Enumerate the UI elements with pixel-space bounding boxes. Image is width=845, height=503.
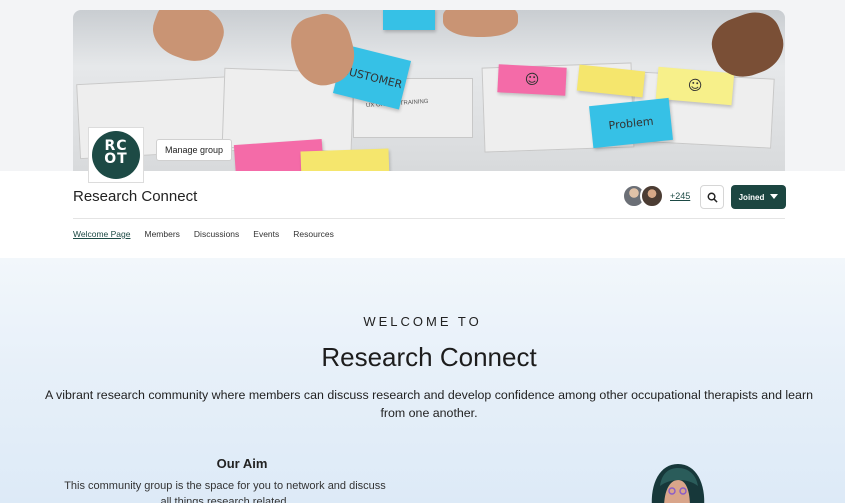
illustration-graphic	[651, 464, 705, 503]
member-count-link[interactable]: +245	[670, 191, 690, 201]
nav-events[interactable]: Events	[253, 229, 279, 239]
hand	[443, 10, 518, 37]
search-icon	[707, 192, 718, 203]
welcome-section: WELCOME TO Research Connect A vibrant re…	[0, 258, 845, 503]
welcome-title: Research Connect	[321, 342, 537, 372]
person-illustration	[640, 458, 720, 503]
welcome-eyebrow: WELCOME TO	[363, 314, 482, 329]
aim-heading: Our Aim	[216, 456, 268, 471]
group-title: Research Connect	[73, 188, 198, 205]
nav-resources[interactable]: Resources	[293, 229, 334, 239]
avatar	[640, 184, 664, 208]
welcome-description: A vibrant research community where membe…	[45, 388, 813, 420]
joined-button[interactable]: Joined	[731, 185, 786, 209]
group-logo: RC OT	[88, 127, 144, 183]
joined-label: Joined	[738, 192, 765, 202]
smiley-icon: ☺	[524, 71, 540, 89]
member-avatars[interactable]	[622, 184, 668, 210]
sticky-note-problem: Problem	[589, 97, 673, 149]
group-nav: Welcome Page Members Discussions Events …	[73, 229, 334, 239]
manage-group-button[interactable]: Manage group	[156, 139, 233, 161]
sticky-note	[300, 148, 390, 171]
nav-discussions[interactable]: Discussions	[194, 229, 239, 239]
caret-down-icon	[770, 194, 779, 199]
header-divider	[73, 218, 785, 219]
smiley-icon: ☺	[687, 77, 703, 95]
sticky-text: Problem	[607, 114, 655, 132]
search-button[interactable]	[700, 185, 724, 209]
hand	[145, 10, 231, 70]
nav-welcome-page[interactable]: Welcome Page	[73, 229, 130, 239]
sticky-note	[383, 10, 435, 30]
group-logo-mark: RC OT	[92, 131, 140, 179]
sticky-note: ☺	[497, 64, 567, 96]
nav-members[interactable]: Members	[144, 229, 179, 239]
aim-text: This community group is the space for yo…	[64, 480, 386, 503]
